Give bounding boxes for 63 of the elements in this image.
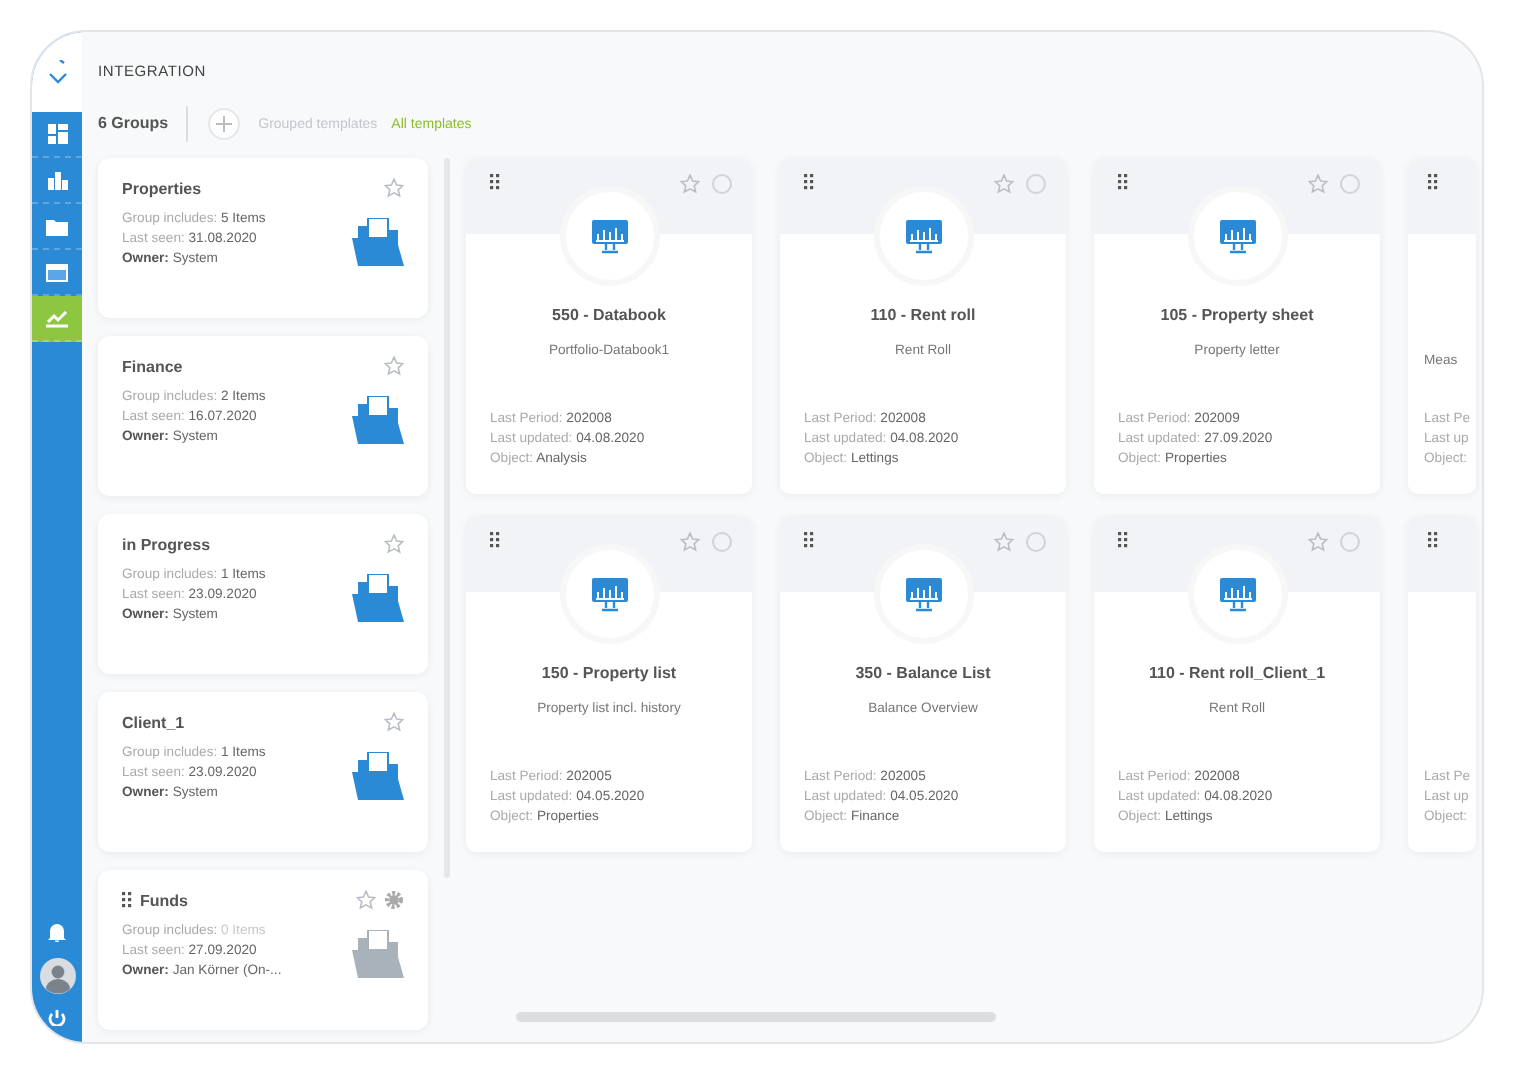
monitor-chart-icon [591,219,627,253]
folder-icon [352,396,404,444]
bar-chart-icon [47,170,67,190]
table-icon [46,263,68,281]
star-icon[interactable] [994,532,1014,552]
drag-handle-icon[interactable] [490,532,500,548]
template-title: 110 - Rent roll [870,306,976,324]
star-icon[interactable] [1308,174,1328,194]
drag-handle-icon[interactable] [1428,532,1438,548]
star-icon[interactable] [384,178,404,198]
star-icon[interactable] [384,356,404,376]
drag-handle-icon[interactable] [122,892,132,908]
folder-icon [46,216,68,236]
drag-handle-icon[interactable] [804,174,814,190]
dashboard-icon [47,124,67,144]
group-name: in Progress [122,535,213,553]
monitor-chart-icon [1219,577,1255,611]
star-icon[interactable] [384,534,404,554]
folder-icon [352,574,404,622]
monitor-chart-icon [591,577,627,611]
select-radio[interactable] [712,532,732,552]
power-icon[interactable] [48,1010,66,1026]
settings-icon[interactable] [384,890,404,910]
star-icon[interactable] [1308,532,1328,552]
group-name: Funds [140,891,190,909]
select-radio[interactable] [1340,532,1360,552]
group-name: Client_1 [122,713,187,731]
select-radio[interactable] [1340,174,1360,194]
plus-icon [216,116,233,132]
star-icon[interactable] [680,174,700,194]
chevron-down-icon[interactable] [47,60,67,84]
group-count: 6 Groups [98,106,189,142]
select-radio[interactable] [1026,532,1046,552]
star-icon[interactable] [356,890,376,910]
group-name: Finance [122,357,185,375]
drag-handle-icon[interactable] [1118,174,1128,190]
monitor-chart-icon [1219,219,1255,253]
star-icon[interactable] [680,532,700,552]
monitor-chart-icon [905,577,941,611]
drag-handle-icon[interactable] [1428,174,1438,190]
drag-handle-icon[interactable] [490,174,500,190]
star-icon[interactable] [384,712,404,732]
template-title: 110 - Rent roll_Client_1 [1148,664,1326,682]
template-title: 550 - Databook [552,306,666,324]
sidebar-nav-item[interactable] [32,296,82,342]
group-name: Properties [122,179,204,197]
drag-handle-icon[interactable] [1118,532,1128,548]
add-button[interactable] [208,108,241,140]
star-icon[interactable] [994,174,1014,194]
monitor-chart-icon [905,219,941,253]
folder-icon [352,930,404,978]
drag-handle-icon[interactable] [804,532,814,548]
bell-icon[interactable] [48,922,66,942]
template-title: 350 - Balance List [855,664,991,682]
avatar-icon[interactable] [39,958,75,994]
template-title: 150 - Property list [541,664,677,682]
select-radio[interactable] [1026,174,1046,194]
folder-icon [352,752,404,800]
template-title: 105 - Property sheet [1160,306,1314,324]
trend-chart-icon [46,308,68,328]
folder-icon [352,218,404,266]
select-radio[interactable] [712,174,732,194]
horizontal-scrollbar[interactable] [516,1012,996,1022]
